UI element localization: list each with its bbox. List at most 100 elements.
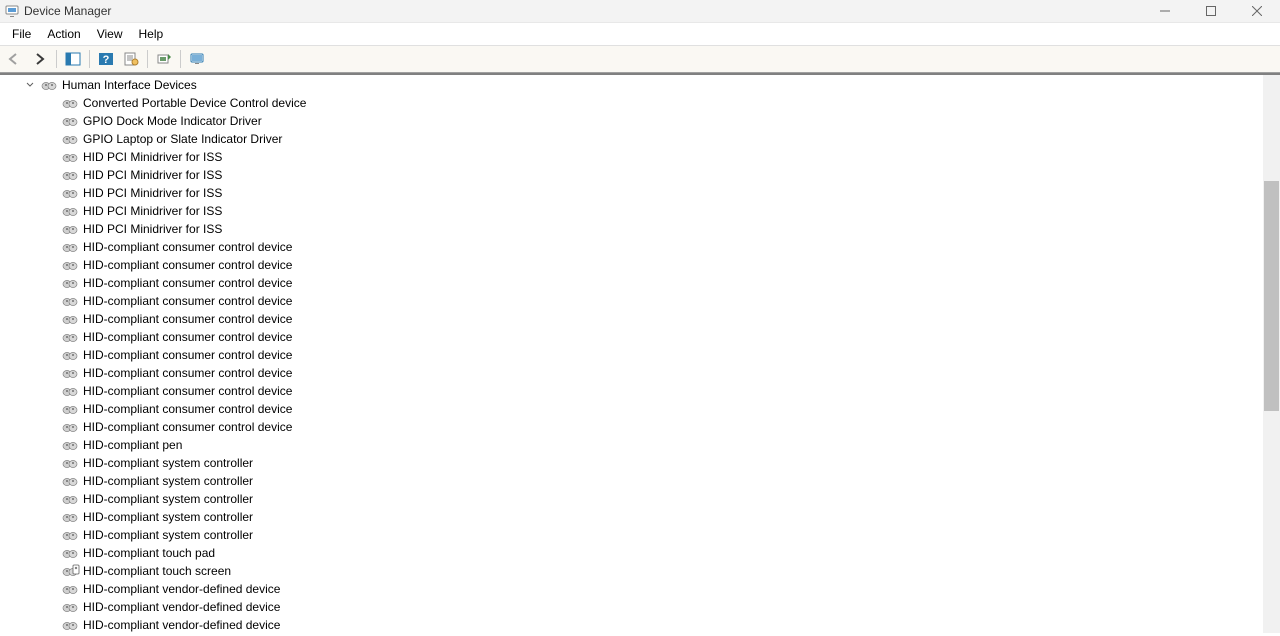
device-icon xyxy=(62,365,80,381)
scrollbar-thumb[interactable] xyxy=(1264,181,1279,411)
device-label: HID-compliant consumer control device xyxy=(83,420,292,434)
properties-button[interactable] xyxy=(119,48,143,70)
device-item[interactable]: HID PCI Minidriver for ISS xyxy=(0,166,1280,184)
device-icon xyxy=(62,401,80,417)
device-icon xyxy=(62,419,80,435)
device-label: HID-compliant vendor-defined device xyxy=(83,618,280,632)
device-item[interactable]: HID-compliant system controller xyxy=(0,508,1280,526)
device-icon xyxy=(62,293,80,309)
device-label: HID-compliant consumer control device xyxy=(83,330,292,344)
device-icon xyxy=(62,437,80,453)
device-icon xyxy=(62,509,80,525)
device-icon xyxy=(62,311,80,327)
device-item[interactable]: Converted Portable Device Control device xyxy=(0,94,1280,112)
device-icon xyxy=(62,563,80,579)
device-item[interactable]: HID-compliant consumer control device xyxy=(0,382,1280,400)
title-bar: Device Manager xyxy=(0,0,1280,23)
device-icon xyxy=(62,455,80,471)
device-item[interactable]: HID-compliant system controller xyxy=(0,526,1280,544)
device-label: HID PCI Minidriver for ISS xyxy=(83,150,222,164)
device-label: HID-compliant vendor-defined device xyxy=(83,582,280,596)
device-icon xyxy=(62,329,80,345)
device-tree-panel: Human Interface Devices Converted Portabl… xyxy=(0,73,1280,633)
chevron-down-icon[interactable] xyxy=(25,80,35,90)
device-label: Converted Portable Device Control device xyxy=(83,96,306,110)
device-label: HID-compliant consumer control device xyxy=(83,348,292,362)
device-item[interactable]: HID-compliant touch pad xyxy=(0,544,1280,562)
svg-text:?: ? xyxy=(103,54,110,66)
device-label: GPIO Dock Mode Indicator Driver xyxy=(83,114,262,128)
device-icon xyxy=(62,383,80,399)
close-button[interactable] xyxy=(1234,0,1280,22)
device-icon xyxy=(62,239,80,255)
device-item[interactable]: HID-compliant system controller xyxy=(0,454,1280,472)
device-item[interactable]: HID-compliant vendor-defined device xyxy=(0,616,1280,633)
monitor-button[interactable] xyxy=(185,48,209,70)
menu-action[interactable]: Action xyxy=(39,25,88,43)
device-label: HID-compliant system controller xyxy=(83,474,253,488)
window-title: Device Manager xyxy=(24,4,1142,18)
device-item[interactable]: HID PCI Minidriver for ISS xyxy=(0,184,1280,202)
toolbar-separator xyxy=(56,50,57,68)
device-label: HID-compliant touch screen xyxy=(83,564,231,578)
device-item[interactable]: HID-compliant consumer control device xyxy=(0,400,1280,418)
device-icon xyxy=(62,581,80,597)
device-icon xyxy=(62,95,80,111)
device-item[interactable]: HID-compliant consumer control device xyxy=(0,310,1280,328)
maximize-button[interactable] xyxy=(1188,0,1234,22)
device-item[interactable]: HID-compliant consumer control device xyxy=(0,364,1280,382)
device-label: HID PCI Minidriver for ISS xyxy=(83,204,222,218)
device-label: HID PCI Minidriver for ISS xyxy=(83,186,222,200)
device-tree[interactable]: Human Interface Devices Converted Portabl… xyxy=(0,75,1280,633)
device-item[interactable]: HID-compliant consumer control device xyxy=(0,274,1280,292)
device-item[interactable]: HID PCI Minidriver for ISS xyxy=(0,202,1280,220)
toolbar-separator xyxy=(180,50,181,68)
device-item[interactable]: HID-compliant consumer control device xyxy=(0,238,1280,256)
device-icon xyxy=(62,491,80,507)
device-label: HID-compliant system controller xyxy=(83,492,253,506)
minimize-button[interactable] xyxy=(1142,0,1188,22)
device-label: HID-compliant pen xyxy=(83,438,182,452)
show-hide-tree-button[interactable] xyxy=(61,48,85,70)
app-icon xyxy=(4,3,20,19)
forward-button[interactable] xyxy=(28,48,52,70)
device-icon xyxy=(62,221,80,237)
toolbar-separator xyxy=(89,50,90,68)
hid-category-icon xyxy=(41,77,59,93)
menu-view[interactable]: View xyxy=(89,25,131,43)
device-icon xyxy=(62,545,80,561)
device-item[interactable]: HID PCI Minidriver for ISS xyxy=(0,220,1280,238)
device-item[interactable]: HID-compliant consumer control device xyxy=(0,328,1280,346)
device-item[interactable]: HID-compliant consumer control device xyxy=(0,256,1280,274)
device-label: HID-compliant vendor-defined device xyxy=(83,600,280,614)
tree-category-hid[interactable]: Human Interface Devices xyxy=(0,76,1280,94)
back-button[interactable] xyxy=(3,48,27,70)
device-icon xyxy=(62,617,80,633)
vertical-scrollbar[interactable] xyxy=(1263,75,1280,633)
device-item[interactable]: HID-compliant consumer control device xyxy=(0,418,1280,436)
device-icon xyxy=(62,347,80,363)
device-icon xyxy=(62,149,80,165)
device-item[interactable]: HID-compliant vendor-defined device xyxy=(0,598,1280,616)
device-item[interactable]: HID PCI Minidriver for ISS xyxy=(0,148,1280,166)
device-item[interactable]: HID-compliant system controller xyxy=(0,472,1280,490)
device-icon xyxy=(62,113,80,129)
device-item[interactable]: HID-compliant system controller xyxy=(0,490,1280,508)
device-item[interactable]: HID-compliant consumer control device xyxy=(0,346,1280,364)
device-item[interactable]: HID-compliant vendor-defined device xyxy=(0,580,1280,598)
help-button[interactable]: ? xyxy=(94,48,118,70)
device-icon xyxy=(62,203,80,219)
device-label: HID-compliant consumer control device xyxy=(83,312,292,326)
device-item[interactable]: GPIO Laptop or Slate Indicator Driver xyxy=(0,130,1280,148)
device-icon xyxy=(62,599,80,615)
device-item[interactable]: HID-compliant touch screen xyxy=(0,562,1280,580)
device-item[interactable]: HID-compliant pen xyxy=(0,436,1280,454)
scan-hardware-button[interactable] xyxy=(152,48,176,70)
menu-help[interactable]: Help xyxy=(131,25,172,43)
device-label: HID PCI Minidriver for ISS xyxy=(83,222,222,236)
device-icon xyxy=(62,473,80,489)
menu-file[interactable]: File xyxy=(4,25,39,43)
device-item[interactable]: HID-compliant consumer control device xyxy=(0,292,1280,310)
device-label: HID-compliant system controller xyxy=(83,510,253,524)
device-item[interactable]: GPIO Dock Mode Indicator Driver xyxy=(0,112,1280,130)
